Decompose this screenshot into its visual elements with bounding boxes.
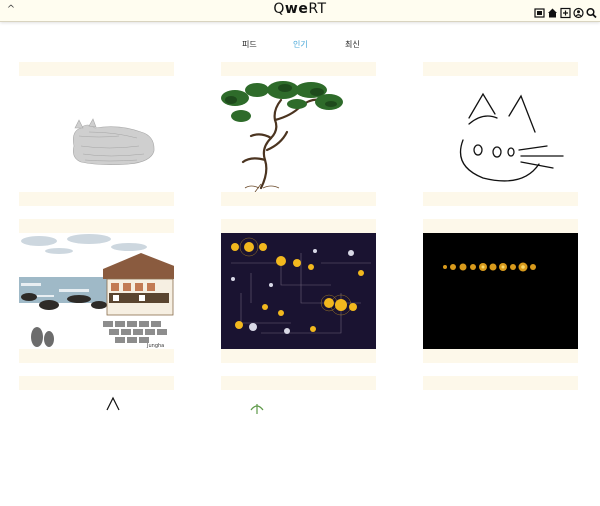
tab-latest[interactable]: 최신 xyxy=(345,39,360,50)
logo-text-1: Q xyxy=(273,1,285,17)
post-card[interactable] xyxy=(423,376,578,390)
search-icon[interactable] xyxy=(586,4,597,19)
card-footer-band xyxy=(221,192,376,206)
post-image-cat-line[interactable] xyxy=(423,76,578,192)
card-header-band xyxy=(423,219,578,233)
card-header-band xyxy=(19,376,174,390)
post-image-partial-line[interactable] xyxy=(19,390,174,506)
card-footer-band xyxy=(221,349,376,363)
card-footer-band xyxy=(19,192,174,206)
card-header-band xyxy=(19,62,174,76)
feed-tabs: 피드 인기 최신 xyxy=(0,39,600,51)
header-icons xyxy=(534,4,597,19)
logo-text-3: RT xyxy=(308,1,327,17)
post-image-pine-tree[interactable] xyxy=(221,76,376,192)
tab-popular[interactable]: 인기 xyxy=(293,39,308,50)
card-header-band xyxy=(221,376,376,390)
painting-signature: Jungha xyxy=(146,343,164,349)
card-footer-band xyxy=(19,349,174,363)
post-card[interactable]: Jungha xyxy=(19,219,174,363)
profile-icon[interactable] xyxy=(573,4,584,19)
card-footer-band xyxy=(423,349,578,363)
gallery-icon[interactable] xyxy=(534,4,545,18)
top-bar: ^ QweRT xyxy=(0,0,600,22)
post-image-seaside-house[interactable]: Jungha xyxy=(19,233,174,349)
add-post-icon[interactable] xyxy=(560,4,571,19)
post-image-sleeping-cat[interactable] xyxy=(19,76,174,192)
post-card[interactable] xyxy=(221,62,376,206)
post-card[interactable] xyxy=(423,62,578,206)
card-header-band xyxy=(221,219,376,233)
card-header-band xyxy=(221,62,376,76)
post-image-partial-plant[interactable] xyxy=(221,390,376,506)
card-header-band xyxy=(423,376,578,390)
post-card[interactable] xyxy=(221,376,376,506)
post-card[interactable] xyxy=(19,62,174,206)
logo-text-2: we xyxy=(284,1,309,17)
card-header-band xyxy=(423,62,578,76)
post-card[interactable] xyxy=(221,219,376,363)
post-image-glowing-network[interactable] xyxy=(221,233,376,349)
card-footer-band xyxy=(423,192,578,206)
home-icon[interactable] xyxy=(547,4,558,18)
post-image-glowing-line[interactable] xyxy=(423,233,578,349)
post-card[interactable] xyxy=(423,219,578,363)
post-card[interactable] xyxy=(19,376,174,506)
tab-feed[interactable]: 피드 xyxy=(242,39,257,50)
app-logo[interactable]: QweRT xyxy=(0,1,600,17)
card-header-band xyxy=(19,219,174,233)
